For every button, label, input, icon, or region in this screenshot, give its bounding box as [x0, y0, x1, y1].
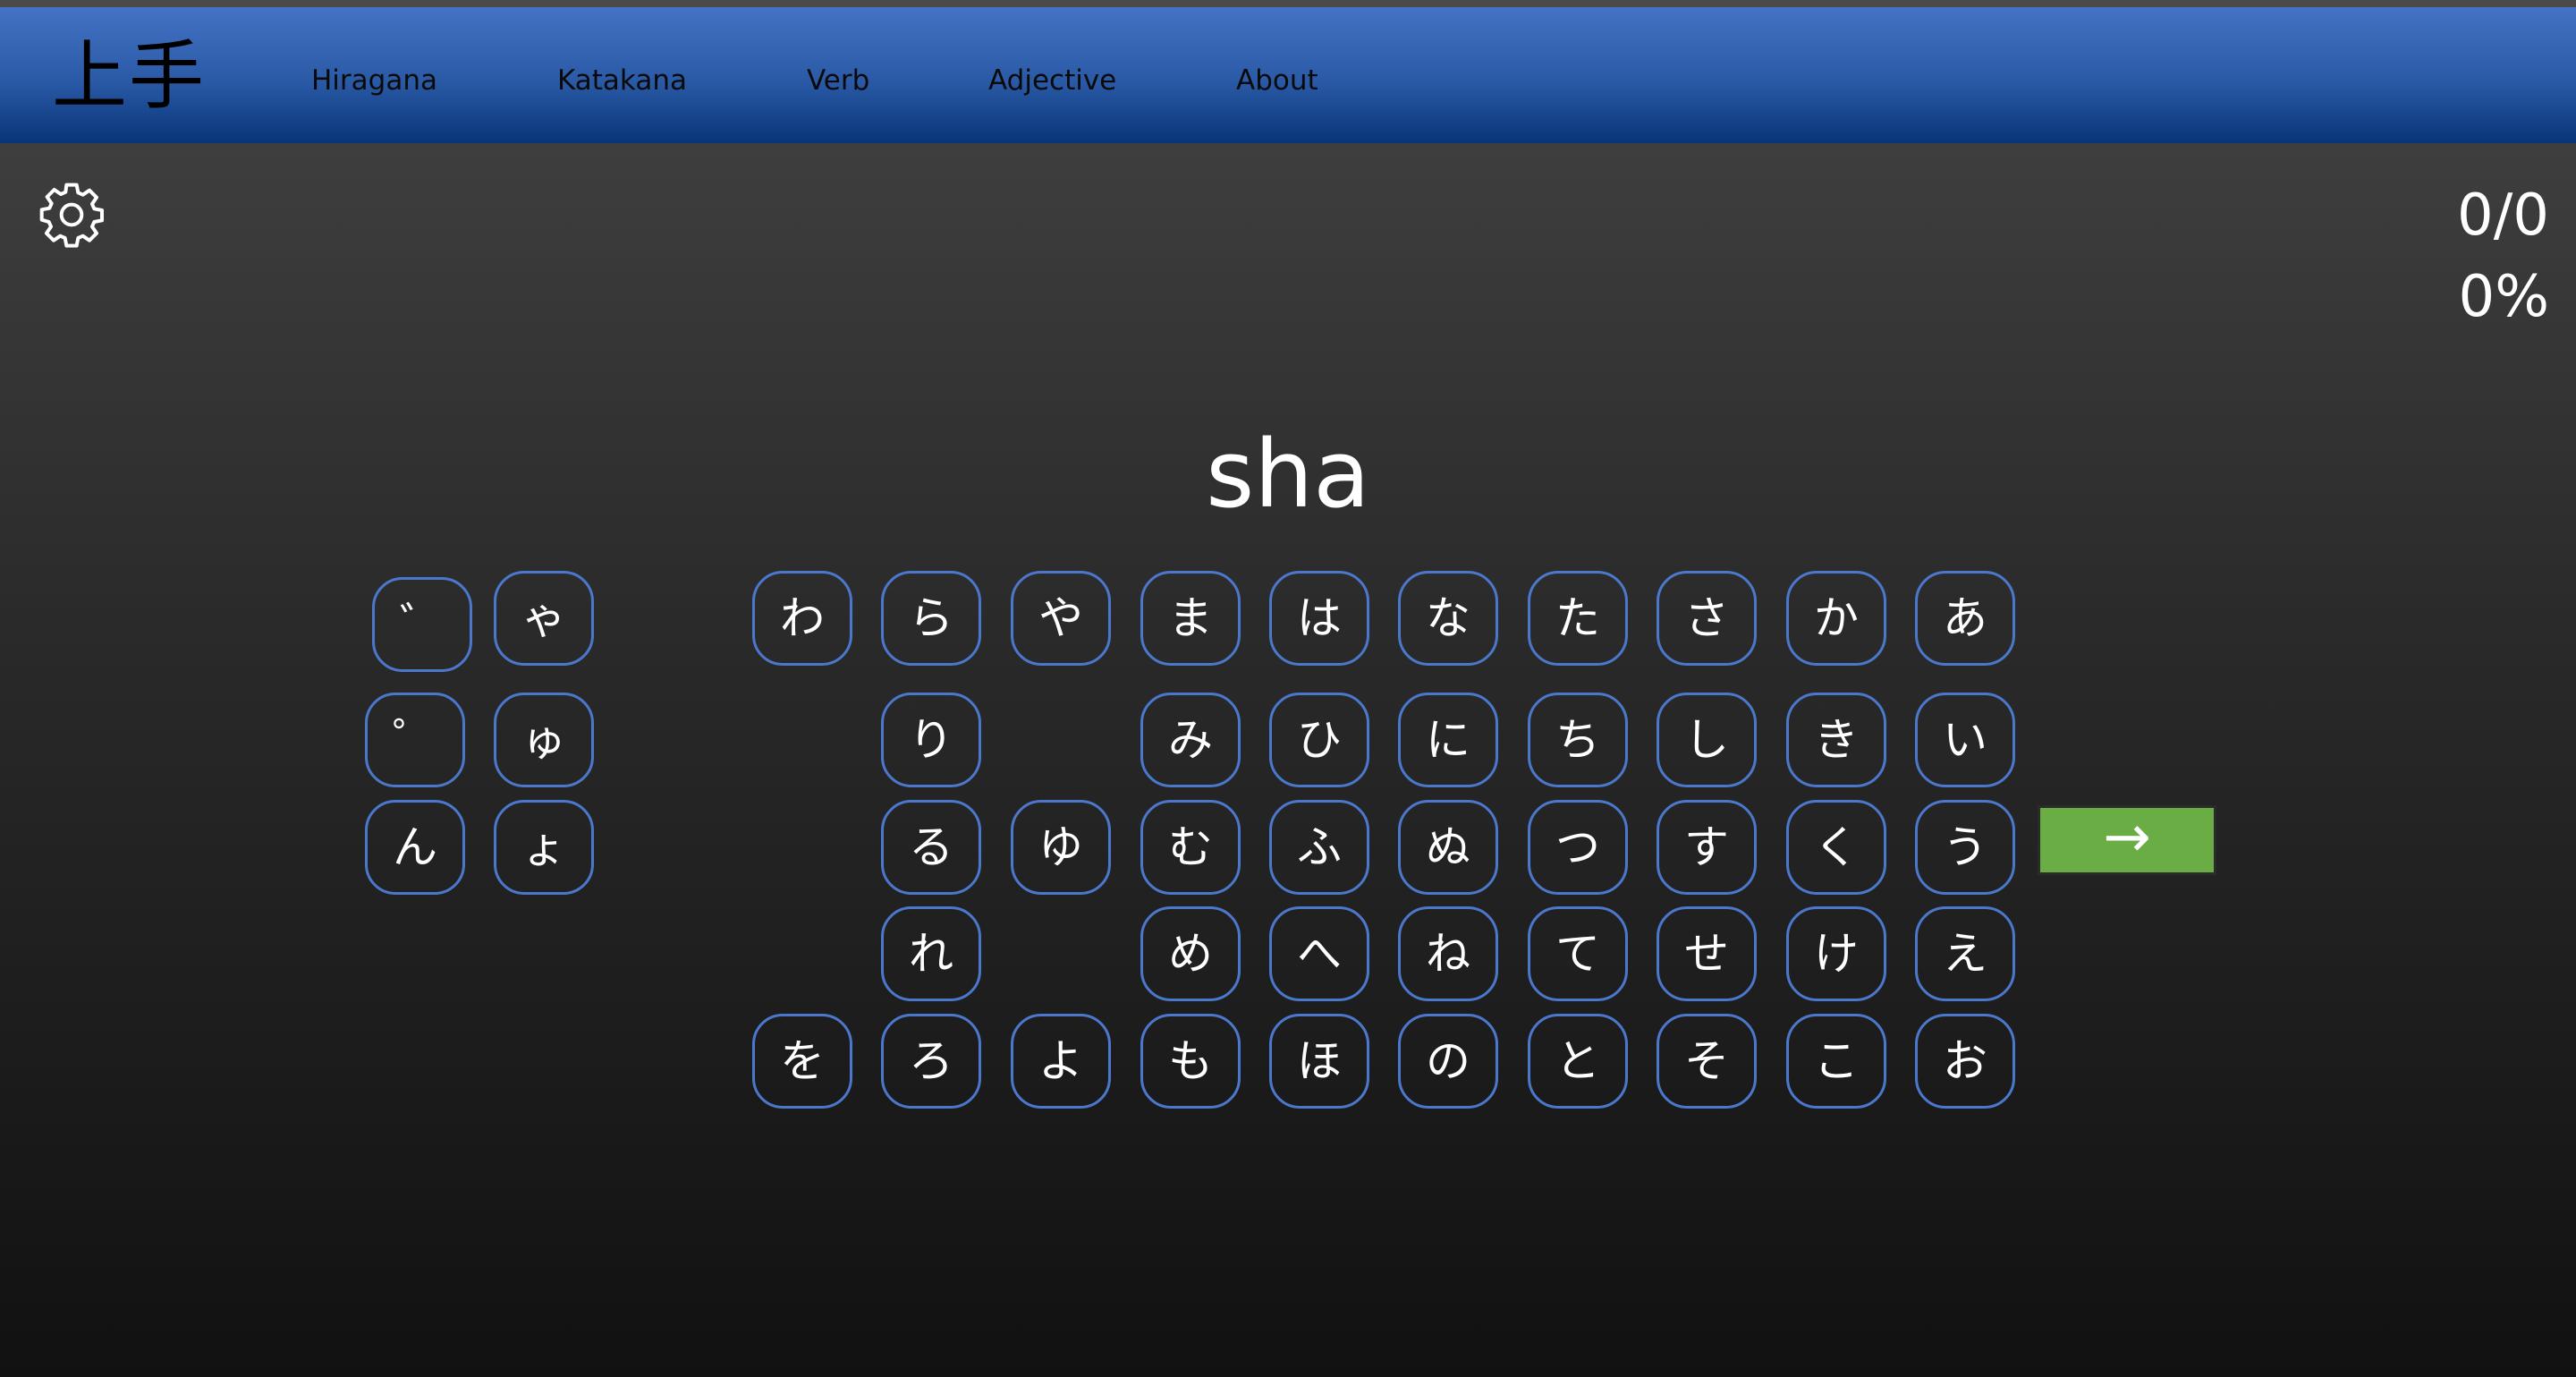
kana-key-ri[interactable]: り	[881, 693, 981, 787]
next-button[interactable]: →	[2038, 805, 2216, 875]
kana-key-i[interactable]: い	[1915, 693, 2015, 787]
kana-key-ta[interactable]: た	[1528, 571, 1628, 666]
kana-key-mi[interactable]: み	[1140, 693, 1241, 787]
kana-key-su[interactable]: す	[1657, 800, 1757, 895]
nav-link-about[interactable]: About	[1236, 63, 1318, 98]
key-n[interactable]: ん	[365, 800, 465, 895]
kana-key-ke[interactable]: け	[1786, 906, 1886, 1001]
kana-key-se[interactable]: せ	[1657, 906, 1757, 1001]
kana-key-yu[interactable]: ゆ	[1011, 800, 1111, 895]
kana-key-ne[interactable]: ね	[1398, 906, 1498, 1001]
score-percent: 0%	[2458, 264, 2549, 330]
key-small-ya[interactable]: ゃ	[494, 571, 594, 666]
kana-key-me[interactable]: め	[1140, 906, 1241, 1001]
kana-key-ma[interactable]: ま	[1140, 571, 1241, 666]
kana-key-fu[interactable]: ふ	[1269, 800, 1369, 895]
kana-key-ro[interactable]: ろ	[881, 1014, 981, 1109]
kana-key-a[interactable]: あ	[1915, 571, 2015, 666]
kana-key-shi[interactable]: し	[1657, 693, 1757, 787]
app-logo[interactable]: 上手	[52, 36, 206, 116]
kana-key-so[interactable]: そ	[1657, 1014, 1757, 1109]
kana-key-ra[interactable]: ら	[881, 571, 981, 666]
nav-link-verb[interactable]: Verb	[807, 63, 869, 98]
nav-link-katakana[interactable]: Katakana	[557, 63, 687, 98]
score-count: 0/0	[2457, 183, 2549, 249]
kana-key-hi[interactable]: ひ	[1269, 693, 1369, 787]
kana-key-nu[interactable]: ぬ	[1398, 800, 1498, 895]
kana-key-ha[interactable]: は	[1269, 571, 1369, 666]
kana-key-ru[interactable]: る	[881, 800, 981, 895]
key-dakuten[interactable]: ゛	[372, 577, 472, 672]
kana-key-ko[interactable]: こ	[1786, 1014, 1886, 1109]
kana-key-re[interactable]: れ	[881, 906, 981, 1001]
kana-key-mu[interactable]: む	[1140, 800, 1241, 895]
kana-key-ni[interactable]: に	[1398, 693, 1498, 787]
key-small-yu[interactable]: ゅ	[494, 693, 594, 787]
nav-link-adjective[interactable]: Adjective	[988, 63, 1116, 98]
kana-key-o[interactable]: お	[1915, 1014, 2015, 1109]
kana-key-tsu[interactable]: つ	[1528, 800, 1628, 895]
kana-key-wo[interactable]: を	[752, 1014, 852, 1109]
kana-key-te[interactable]: て	[1528, 906, 1628, 1001]
kana-key-na[interactable]: な	[1398, 571, 1498, 666]
kana-key-ya[interactable]: や	[1011, 571, 1111, 666]
settings-gear-icon[interactable]	[36, 179, 107, 251]
kana-key-mo[interactable]: も	[1140, 1014, 1241, 1109]
kana-key-yo[interactable]: よ	[1011, 1014, 1111, 1109]
top-border	[0, 0, 2576, 7]
key-small-yo[interactable]: ょ	[494, 800, 594, 895]
key-handakuten[interactable]: ゜	[365, 693, 465, 787]
kana-key-ku[interactable]: く	[1786, 800, 1886, 895]
kana-key-sa[interactable]: さ	[1657, 571, 1757, 666]
kana-key-wa[interactable]: わ	[752, 571, 852, 666]
nav-link-hiragana[interactable]: Hiragana	[311, 63, 437, 98]
kana-key-ho[interactable]: ほ	[1269, 1014, 1369, 1109]
kana-key-he[interactable]: へ	[1269, 906, 1369, 1001]
kana-key-u[interactable]: う	[1915, 800, 2015, 895]
kana-key-ka[interactable]: か	[1786, 571, 1886, 666]
kana-key-ki[interactable]: き	[1786, 693, 1886, 787]
kana-key-no[interactable]: の	[1398, 1014, 1498, 1109]
kana-key-e[interactable]: え	[1915, 906, 2015, 1001]
romaji-prompt: sha	[1206, 420, 1370, 529]
kana-key-to[interactable]: と	[1528, 1014, 1628, 1109]
kana-key-chi[interactable]: ち	[1528, 693, 1628, 787]
nav-bar: 上手 Hiragana Katakana Verb Adjective Abou…	[0, 7, 2576, 143]
